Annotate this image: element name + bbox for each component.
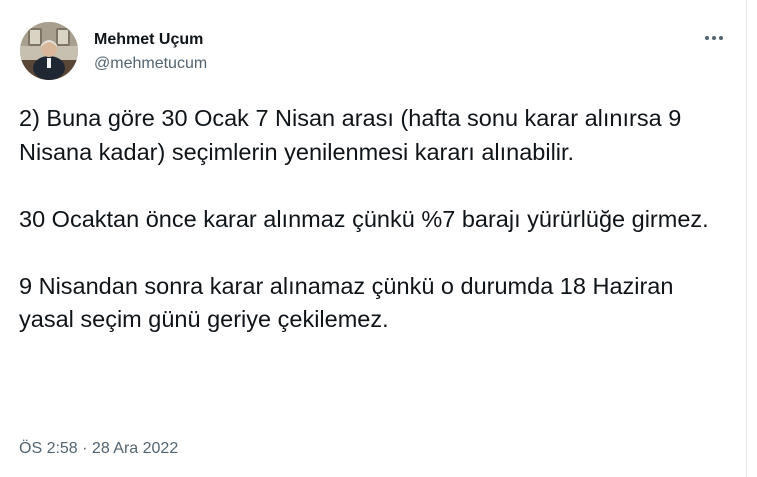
author-handle[interactable]: @mehmetucum: [94, 54, 207, 73]
tweet-card: Mehmet Uçum @mehmetucum 2) Buna göre 30 …: [0, 0, 746, 477]
author-name[interactable]: Mehmet Uçum: [94, 30, 203, 49]
tweet-paragraph: 9 Nisandan sonra karar alınamaz çünkü o …: [19, 272, 674, 333]
page-gutter: [747, 0, 757, 477]
more-options-button[interactable]: [700, 26, 728, 50]
more-horizontal-icon: [705, 36, 723, 40]
avatar-photo: [20, 22, 78, 80]
tweet-paragraph: 30 Ocaktan önce karar alınmaz çünkü %7 b…: [19, 205, 709, 232]
tweet-timestamp[interactable]: ÖS 2:58 · 28 Ara 2022: [19, 438, 178, 460]
tweet-text: 2) Buna göre 30 Ocak 7 Nisan arası (haft…: [19, 102, 719, 337]
avatar[interactable]: [20, 22, 78, 80]
tweet-paragraph: 2) Buna göre 30 Ocak 7 Nisan arası (haft…: [19, 105, 682, 165]
